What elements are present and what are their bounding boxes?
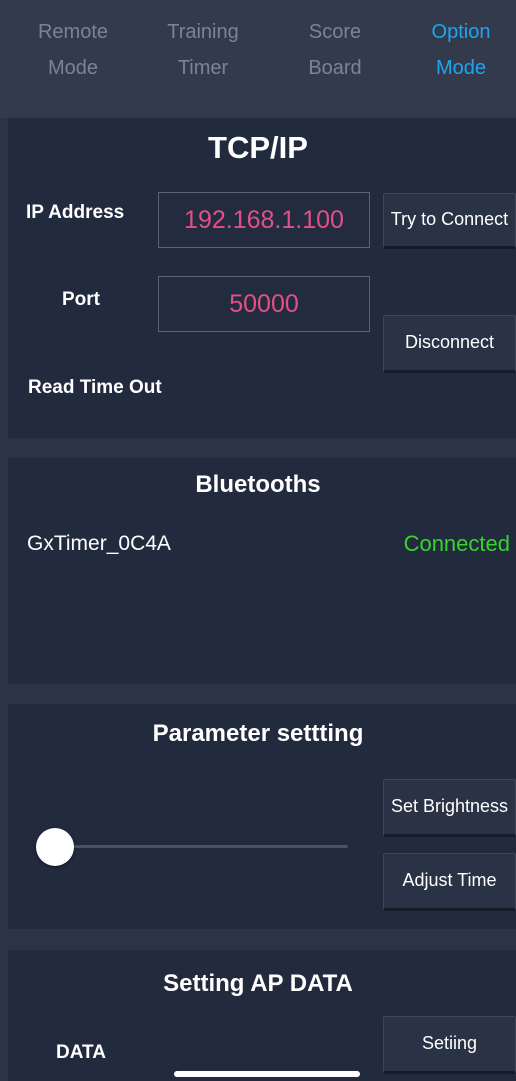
tab-training-timer[interactable]: Training Timer: [138, 14, 268, 86]
home-indicator: [174, 1071, 360, 1077]
tcpip-title: TCP/IP: [208, 130, 308, 165]
tab-remote-mode[interactable]: Remote Mode: [8, 14, 138, 86]
bluetooth-status: Connected: [403, 531, 510, 556]
setting-button[interactable]: Setiing: [383, 1016, 516, 1074]
brightness-slider-track[interactable]: [55, 845, 348, 848]
port-label: Port: [62, 289, 100, 310]
ip-address-input[interactable]: 192.168.1.100: [158, 192, 370, 248]
read-time-out-label: Read Time Out: [28, 377, 162, 398]
brightness-slider-thumb[interactable]: [36, 828, 74, 866]
disconnect-button[interactable]: Disconnect: [383, 315, 516, 373]
data-label: DATA: [56, 1042, 106, 1063]
tab-score-board[interactable]: Score Board: [270, 14, 400, 86]
bluetooth-title: Bluetooths: [195, 471, 321, 498]
adjust-time-button[interactable]: Adjust Time: [383, 853, 516, 911]
try-to-connect-button[interactable]: Try to Connect: [383, 193, 516, 249]
parameter-title: Parameter settting: [152, 720, 364, 747]
bluetooth-device-name[interactable]: GxTimer_0C4A: [27, 532, 171, 556]
ap-data-title: Setting AP DATA: [163, 970, 353, 997]
tab-option-mode[interactable]: Option Mode: [396, 14, 516, 86]
port-input[interactable]: 50000: [158, 276, 370, 332]
ip-address-label: IP Address: [26, 202, 125, 223]
tab-bar: Remote Mode Training Timer Score Board O…: [0, 0, 516, 118]
set-brightness-button[interactable]: Set Brightness: [383, 779, 516, 837]
